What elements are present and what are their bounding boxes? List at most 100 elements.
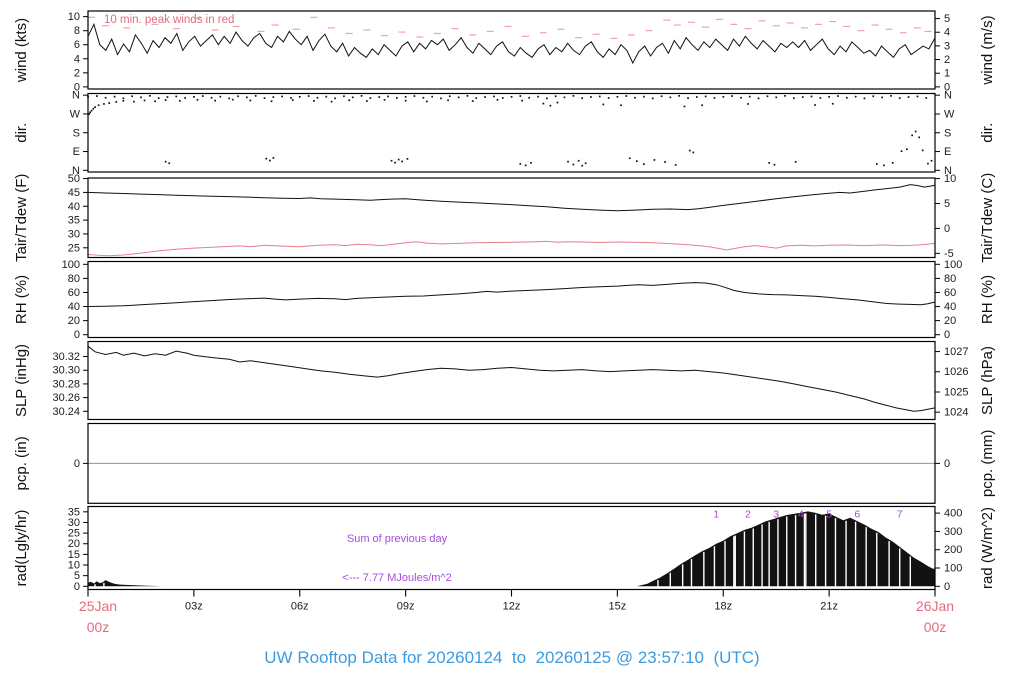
y-tick-label-right: 5 <box>944 198 950 210</box>
y-tick-label-left: S <box>73 127 80 139</box>
y-tick-label-right: 0 <box>944 223 950 235</box>
x-axis-start-date: 25Jan 00z <box>68 596 128 638</box>
panel-rh-frame <box>87 260 936 339</box>
axis-title-right-pcp: pcp. (mm) <box>979 430 996 498</box>
y-tick-label-right: 1027 <box>944 346 968 358</box>
y-tick-label-left: 30.28 <box>52 378 80 390</box>
axis-title-left-rh: RH (%) <box>13 275 30 324</box>
y-tick-label-right: 4 <box>944 27 950 39</box>
y-tick-label-right: 2 <box>944 54 950 66</box>
radiation-sum-note-line2: <--- 7.77 MJoules/m^2 <box>342 572 452 584</box>
end-date-hour: 00z <box>923 619 947 635</box>
series-relative-humidity <box>87 282 936 307</box>
y-tick-label-left: 5 <box>74 570 80 582</box>
y-tick-label-left: 30.24 <box>52 406 80 418</box>
series-wind-direction <box>87 95 933 167</box>
y-tick-label-left: 25 <box>68 528 80 540</box>
y-tick-label-right: 300 <box>944 526 962 538</box>
axis-title-left-rad: rad(Lgly/hr) <box>13 510 30 587</box>
x-tick-label: 03z <box>185 601 203 613</box>
y-tick-label-left: 20 <box>68 538 80 550</box>
y-tick-label-right: 5 <box>944 13 950 25</box>
y-tick-label-right: 0 <box>944 458 950 470</box>
panel-pcp: 0 0 pcp. (in) pcp. (mm) <box>13 422 996 504</box>
axis-title-left-pcp: pcp. (in) <box>13 436 30 490</box>
y-tick-label-left: 15 <box>68 549 80 561</box>
y-tick-label-left: W <box>70 108 81 120</box>
y-tick-label-left: 60 <box>68 287 80 299</box>
series-sea-level-pressure-inhg <box>87 345 936 412</box>
y-tick-label-left: 35 <box>68 215 80 227</box>
y-tick-label-left: 0 <box>74 458 80 470</box>
y-tick-label-right: W <box>944 108 955 120</box>
y-tick-label-left: 10 <box>68 11 80 23</box>
series-tdew-f <box>87 240 936 257</box>
axis-title-right-tair: Tair/Tdew (C) <box>979 173 996 263</box>
y-tick-label-left: 35 <box>68 506 80 518</box>
y-tick-label-left: 30.32 <box>52 351 80 363</box>
panel-slp: 30.24 30.26 30.2830.30 30.32 1024 1025 1026 102… <box>13 340 996 421</box>
x-tick-label: 18z <box>714 601 732 613</box>
y-tick-label-left: 4 <box>74 53 80 65</box>
panel-rh: 0 20 40 60 80 100 0 20 40 60 80 100 RH (%) RH (%) <box>13 259 996 341</box>
y-tick-label-left: 25 <box>68 242 80 254</box>
y-tick-label-left: 20 <box>68 315 80 327</box>
y-tick-label-left: 40 <box>68 301 80 313</box>
radiation-sum-note: Sum of previous day <--- 7.77 MJoules/m^… <box>288 507 506 611</box>
start-date-hour: 00z <box>86 619 110 635</box>
y-tick-label-left: 0 <box>74 581 80 593</box>
y-tick-label-right: 400 <box>944 508 962 520</box>
y-tick-label-left: 30.30 <box>52 365 80 377</box>
y-tick-label-left: 80 <box>68 273 80 285</box>
figure-title: UW Rooftop Data for 20260124 to 20260125… <box>264 648 760 667</box>
y-tick-label-right: 60 <box>944 287 956 299</box>
y-tick-label-left: 0 <box>74 329 80 341</box>
y-tick-label-right: 1025 <box>944 386 968 398</box>
series-solar-radiation-lgly-hr <box>88 511 935 587</box>
y-tick-label-right: 0 <box>944 581 950 593</box>
rad-sum-mark-7: 7 <box>897 509 903 521</box>
panel-dir: NWSENNWSENdir. dir. <box>13 90 996 177</box>
x-axis-end-date: 26Jan 00z <box>905 596 965 638</box>
axis-title-right-slp: SLP (hPa) <box>979 346 996 415</box>
radiation-sum-note-line1: Sum of previous day <box>346 533 448 545</box>
axis-title-right-rad: rad (W/m^2) <box>979 507 996 589</box>
y-tick-label-right: 0 <box>944 329 950 341</box>
panel-tair: 253035404550-50510Tair/Tdew (F) Tair/Tdew… <box>13 173 996 263</box>
y-tick-label-right: 1024 <box>944 407 968 419</box>
y-tick-label-left: 30 <box>68 517 80 529</box>
rad-sum-mark-5: 5 <box>826 509 832 521</box>
y-tick-label-right: 80 <box>944 273 956 285</box>
weather-figure: 0 2 4 6 8 10 0 1 2 3 4 5 wind (kts) wind (m/s) N W S E N N W… <box>0 0 1024 700</box>
y-tick-label-left: 2 <box>74 67 80 79</box>
panel-slp-frame <box>87 340 936 421</box>
y-tick-label-left: 8 <box>74 25 80 37</box>
axis-title-left-tair: Tair/Tdew (F) <box>13 174 30 262</box>
end-date-day: 26Jan <box>915 598 955 614</box>
y-tick-label-left: N <box>72 90 80 102</box>
y-tick-label-right: 1026 <box>944 366 968 378</box>
y-tick-label-right: S <box>944 127 951 139</box>
y-tick-label-right: N <box>944 90 952 102</box>
axis-title-right-dir: dir. <box>979 123 996 143</box>
panel-dir-frame <box>87 92 936 173</box>
y-tick-label-right: 20 <box>944 315 956 327</box>
y-tick-label-left: 6 <box>74 39 80 51</box>
chart-canvas: 0246810012345wind (kts) wind (m/s)NWSENNW… <box>13 10 996 613</box>
y-tick-label-left: 100 <box>62 259 80 271</box>
series-tair-f <box>87 184 936 212</box>
axis-title-left-dir: dir. <box>13 123 30 143</box>
wind-peak-note: 10 min. peak winds in red <box>104 14 235 26</box>
y-tick-label-right: 1 <box>944 68 950 80</box>
y-tick-label-right: 100 <box>944 563 962 575</box>
y-tick-label-left: 30 <box>68 228 80 240</box>
axis-title-right-wind: wind (m/s) <box>979 15 996 85</box>
x-tick-label: 21z <box>820 601 838 613</box>
start-date-day: 25Jan <box>78 598 118 614</box>
x-axis: 03z 06z 09z 12z 15z 18z 21z <box>87 589 936 613</box>
y-tick-label-right: 200 <box>944 544 962 556</box>
axis-title-left-slp: SLP (inHg) <box>13 344 30 417</box>
y-tick-label-left: 50 <box>68 173 80 185</box>
y-tick-label-right: E <box>944 146 951 158</box>
axis-title-right-rh: RH (%) <box>979 275 996 324</box>
